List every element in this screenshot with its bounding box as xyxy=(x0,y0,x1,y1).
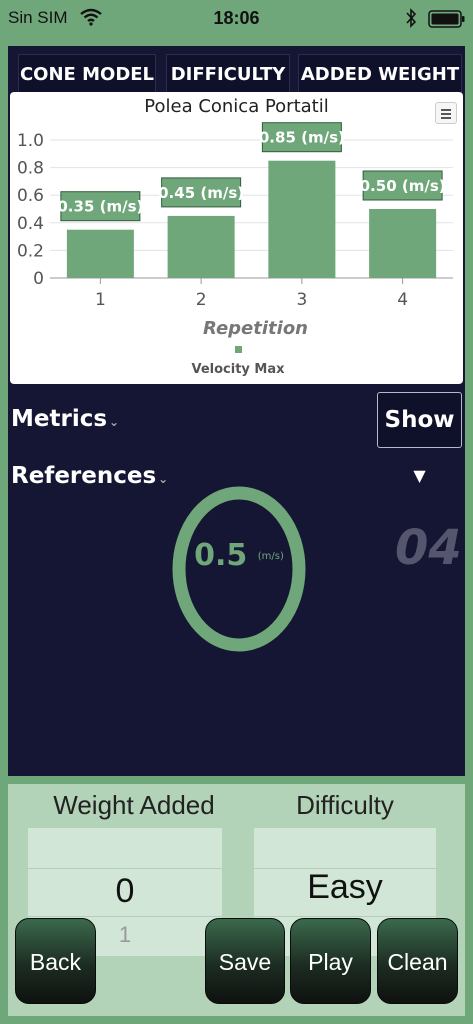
y-tick-label: 0.8 xyxy=(17,159,44,179)
difficulty-picker-value: Easy xyxy=(307,868,383,906)
y-tick-label: 0.2 xyxy=(17,241,44,261)
y-tick-label: 1.0 xyxy=(17,131,44,151)
save-button[interactable]: Save xyxy=(205,918,285,1004)
velocity-chart: 0 0.2 0.4 0.6 0.8 1.0 1 0.35 (m/s) 2 0.45 (m/s) 3 0… xyxy=(10,92,463,384)
hamburger-menu-icon[interactable] xyxy=(435,102,457,124)
clean-button[interactable]: Clean xyxy=(377,918,458,1004)
x-tick-label: 4 xyxy=(397,290,408,310)
bar xyxy=(66,229,134,278)
battery-icon xyxy=(428,10,465,28)
y-tick-label: 0.6 xyxy=(17,186,44,206)
status-time: 18:06 xyxy=(213,8,260,28)
y-tick-label: 0.4 xyxy=(17,214,44,234)
show-button[interactable]: Show ▼ xyxy=(377,392,462,485)
references-dropdown[interactable]: References ⌄ xyxy=(11,463,168,489)
data-label: 0.50 (m/s) xyxy=(360,177,446,195)
tab-difficulty[interactable]: DIFFICULTY xyxy=(166,54,290,94)
show-button-label: Show xyxy=(384,407,455,433)
status-bar: Sin SIM 18:06 xyxy=(0,0,473,40)
legend-marker xyxy=(235,346,242,353)
bluetooth-icon xyxy=(406,8,417,28)
tab-cone-model[interactable]: CONE MODEL xyxy=(18,54,156,94)
references-label: References xyxy=(11,463,157,489)
gauge-unit: (m/s) xyxy=(257,551,284,562)
difficulty-header: Difficulty xyxy=(296,790,394,820)
data-label: 0.85 (m/s) xyxy=(259,129,345,147)
x-tick-label: 3 xyxy=(296,290,307,310)
chart-title: Polea Conica Portatil xyxy=(144,96,329,117)
x-axis-label: Repetition xyxy=(203,318,308,339)
legend-label: Velocity Max xyxy=(191,362,285,377)
bar xyxy=(369,209,437,278)
play-button[interactable]: Play xyxy=(290,918,371,1004)
caret-down-icon: ▼ xyxy=(413,466,426,485)
back-button[interactable]: Back xyxy=(15,918,96,1004)
gauge-number: 0.5 xyxy=(194,538,248,573)
chevron-down-icon: ⌄ xyxy=(158,472,169,486)
data-label: 0.45 (m/s) xyxy=(158,184,244,202)
x-tick-label: 2 xyxy=(196,290,207,310)
bar xyxy=(268,160,336,278)
gauge-value: 0.5 (m/s) xyxy=(170,538,308,573)
metrics-label: Metrics xyxy=(11,406,108,432)
chart-canvas: 0 0.2 0.4 0.6 0.8 1.0 1 0.35 (m/s) 2 0.45 (m/s) 3 0… xyxy=(17,122,453,377)
repetition-counter: 04 xyxy=(395,520,462,576)
tab-added-weight[interactable]: ADDED WEIGHT xyxy=(298,54,462,94)
weight-added-header: Weight Added xyxy=(53,790,215,820)
bar xyxy=(167,215,235,278)
x-tick-label: 1 xyxy=(95,290,106,310)
metrics-dropdown[interactable]: Metrics ⌄ xyxy=(11,406,119,432)
chevron-down-icon: ⌄ xyxy=(109,415,120,429)
weight-picker-value: 0 xyxy=(115,872,135,910)
data-label: 0.35 (m/s) xyxy=(57,198,143,216)
y-tick-label: 0 xyxy=(33,269,44,289)
top-tabs: CONE MODEL DIFFICULTY ADDED WEIGHT xyxy=(18,54,462,94)
